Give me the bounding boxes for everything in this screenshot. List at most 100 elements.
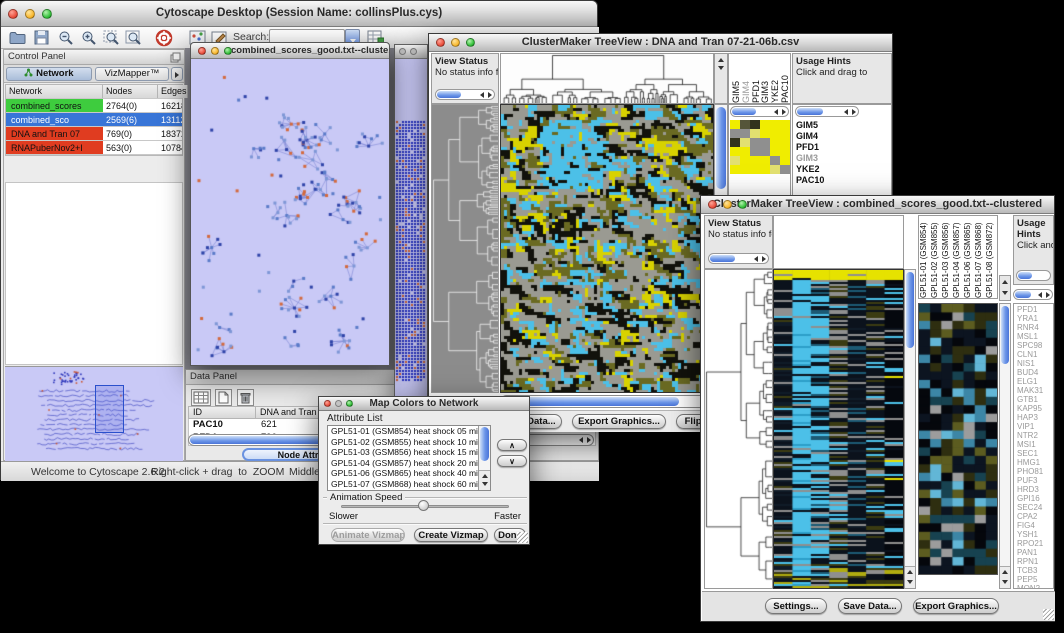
heatmap-cell[interactable] <box>730 147 740 156</box>
heatmap-cell[interactable] <box>770 156 780 165</box>
resize-grip[interactable] <box>517 532 528 543</box>
column-header-edges[interactable]: Edges <box>158 85 188 98</box>
heatmap-cell[interactable] <box>740 165 750 174</box>
heatmap-cell[interactable] <box>750 147 760 156</box>
gene-label[interactable]: GIM3 <box>796 153 824 164</box>
gene-label[interactable]: PEP5 <box>1017 575 1053 584</box>
tv1-scroll-arrows[interactable] <box>714 53 728 104</box>
gene-label[interactable]: SEC24 <box>1017 503 1053 512</box>
create-vizmap-button[interactable]: Create Vizmap <box>414 528 488 542</box>
heatmap-cell[interactable] <box>770 138 780 147</box>
zoom-window-icon[interactable] <box>224 47 232 55</box>
tv2-scroll-arrows[interactable] <box>999 275 1011 301</box>
heatmap-cell[interactable] <box>780 120 790 129</box>
gene-label[interactable]: MSL1 <box>1017 332 1053 341</box>
zoom-fit-icon[interactable] <box>125 30 142 46</box>
treeview2-titlebar[interactable]: ClusterMaker TreeView : combined_scores_… <box>701 196 1054 214</box>
heatmap-cell[interactable] <box>780 147 790 156</box>
minimize-icon[interactable] <box>211 47 219 55</box>
heatmap-cell[interactable] <box>760 165 770 174</box>
minimize-icon[interactable] <box>410 48 417 55</box>
close-icon[interactable] <box>708 200 717 209</box>
heatmap-cell[interactable] <box>760 138 770 147</box>
gene-label[interactable]: GPI16 <box>1017 494 1053 503</box>
tab-network[interactable]: Network <box>6 67 92 81</box>
network-row[interactable]: combined_scores 2764(0) 16218(0) <box>6 99 182 113</box>
gene-label[interactable]: SPC98 <box>1017 341 1053 350</box>
tv1-zoom-hscrollbar[interactable] <box>730 106 789 117</box>
close-icon[interactable] <box>324 400 331 407</box>
array-column-label[interactable]: GPL51-06 (GSM865) <box>963 216 974 298</box>
tv2-labels-vscrollbar[interactable] <box>999 303 1011 589</box>
attribute-list-scrollbar[interactable] <box>478 426 490 490</box>
tv2-labels-hscrollbar[interactable] <box>1013 289 1053 300</box>
heatmap-cell[interactable] <box>740 147 750 156</box>
gene-label[interactable]: NTR2 <box>1017 431 1053 440</box>
gene-label[interactable]: FIG4 <box>1017 521 1053 530</box>
gene-label[interactable]: BUD4 <box>1017 368 1053 377</box>
close-icon[interactable] <box>8 9 18 19</box>
gene-label[interactable]: PUF3 <box>1017 476 1053 485</box>
move-down-button[interactable]: ∨ <box>497 455 527 467</box>
column-header-id[interactable]: ID <box>188 406 256 419</box>
minimize-icon[interactable] <box>335 400 342 407</box>
settings-button[interactable]: Settings... <box>765 598 827 614</box>
zoom-in-icon[interactable] <box>81 30 97 46</box>
birdseye-view[interactable] <box>5 366 183 461</box>
cytoscape-titlebar[interactable]: Cytoscape Desktop (Session Name: collins… <box>1 1 597 27</box>
open-session-icon[interactable] <box>9 30 26 45</box>
array-column-label[interactable]: GPL51-01 (GSM854) <box>919 216 930 298</box>
gene-label[interactable]: GIM5 <box>796 120 824 131</box>
gene-label[interactable]: YKE2 <box>796 164 824 175</box>
tv2-row-dendrogram[interactable] <box>704 269 773 589</box>
heatmap-cell[interactable] <box>770 129 780 138</box>
gene-label[interactable]: MON2 <box>1017 584 1053 589</box>
heatmap-cell[interactable] <box>740 129 750 138</box>
column-label[interactable]: GIM3 <box>760 54 770 103</box>
gene-label[interactable]: HAP3 <box>1017 413 1053 422</box>
gene-label[interactable]: NIS1 <box>1017 359 1053 368</box>
column-header-network[interactable]: Network <box>6 85 103 98</box>
new-attribute-icon[interactable] <box>215 389 232 406</box>
array-column-label[interactable]: GPL51-03 (GSM856) <box>941 216 952 298</box>
heatmap-cell[interactable] <box>770 165 780 174</box>
birdseye-viewport-rect[interactable] <box>95 385 124 433</box>
heatmap-cell[interactable] <box>770 147 780 156</box>
delete-attribute-trash-icon[interactable] <box>237 389 254 406</box>
array-column-label[interactable]: GPL51-07 (GSM868) <box>974 216 985 298</box>
gene-label[interactable]: PFD1 <box>1017 305 1053 314</box>
slider-thumb[interactable] <box>418 500 429 511</box>
minimize-icon[interactable] <box>451 38 460 47</box>
zoom-window-icon[interactable] <box>466 38 475 47</box>
tab-overflow-button[interactable] <box>171 67 183 81</box>
gene-label[interactable]: RNR4 <box>1017 323 1053 332</box>
close-icon[interactable] <box>436 38 445 47</box>
attribute-item[interactable]: GPL51-07 (GSM868) heat shock 60 min <box>328 479 479 490</box>
close-icon[interactable] <box>198 47 206 55</box>
attribute-item[interactable]: GPL51-01 (GSM854) heat shock 05 min <box>328 426 479 437</box>
column-header-nodes[interactable]: Nodes <box>103 85 158 98</box>
zoom-window-icon[interactable] <box>346 400 353 407</box>
attribute-item[interactable]: GPL51-03 (GSM856) heat shock 15 min <box>328 447 479 458</box>
network-row[interactable]: RNAPuberNov2+I 563(0) 107847(0) <box>6 141 182 155</box>
zoom-out-icon[interactable] <box>58 30 74 46</box>
tv2-global-heatmap[interactable] <box>773 269 904 589</box>
tv1-labels-hscrollbar[interactable] <box>795 106 859 117</box>
column-label[interactable]: GIM5 <box>731 54 741 103</box>
tv1-zoom-heatmap[interactable] <box>730 120 790 174</box>
column-label[interactable]: PFD1 <box>751 54 761 103</box>
gene-label[interactable]: PAN1 <box>1017 548 1053 557</box>
gene-label[interactable]: GIM4 <box>796 131 824 142</box>
heatmap-cell[interactable] <box>780 138 790 147</box>
gene-label[interactable]: HRD3 <box>1017 485 1053 494</box>
gene-label[interactable]: YSH1 <box>1017 530 1053 539</box>
column-label[interactable]: GIM4 <box>741 54 751 103</box>
network-row[interactable]: combined_sco 2569(6) 13112(15) <box>6 113 182 127</box>
network-row[interactable]: DNA and Tran 07 769(0) 183728(0) <box>6 127 182 141</box>
tv1-row-dendrogram[interactable] <box>431 104 499 393</box>
gene-label[interactable]: PFD1 <box>796 142 824 153</box>
float-panel-icon[interactable] <box>170 52 181 63</box>
heatmap-cell[interactable] <box>780 165 790 174</box>
zoom-window-icon[interactable] <box>42 9 52 19</box>
heatmap-cell[interactable] <box>750 129 760 138</box>
